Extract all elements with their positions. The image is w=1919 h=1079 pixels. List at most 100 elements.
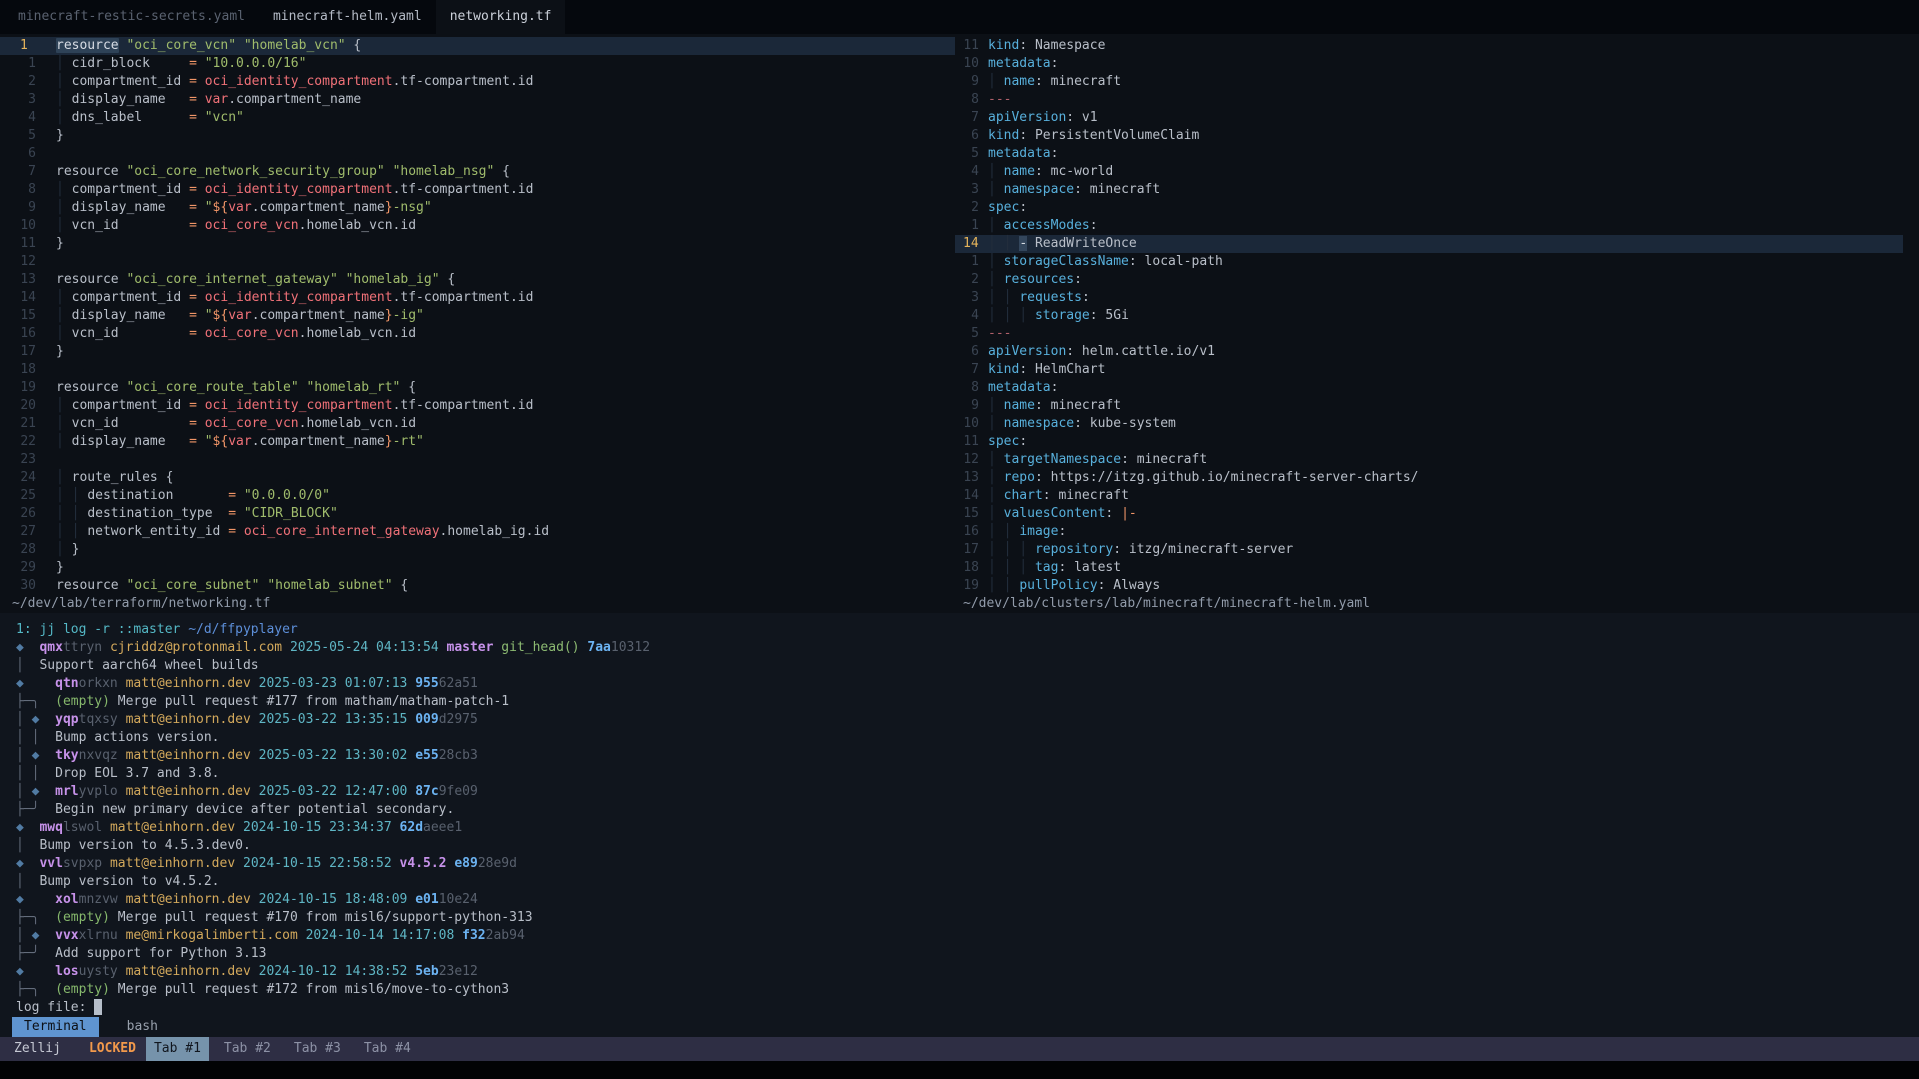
code-line[interactable]: 3│ display_name = var.compartment_name: [0, 91, 955, 109]
editor-pane-networking-tf[interactable]: 1resource "oci_core_vcn" "homelab_vcn" {…: [0, 34, 955, 613]
code-line[interactable]: 24│ route_rules {: [0, 469, 955, 487]
terminal-line[interactable]: 1: jj log -r ::master ~/d/ffpyplayer: [16, 621, 1919, 639]
code-line[interactable]: 6: [0, 145, 955, 163]
terminal-line[interactable]: │ │ Drop EOL 3.7 and 3.8.: [16, 765, 1919, 783]
code-line[interactable]: 2│ compartment_id = oci_identity_compart…: [0, 73, 955, 91]
terminal-pane[interactable]: 1: jj log -r ::master ~/d/ffpyplayer◆ qm…: [0, 613, 1919, 1017]
code-line[interactable]: 25│ │ destination = "0.0.0.0/0": [0, 487, 955, 505]
code-line[interactable]: 5---: [955, 325, 1903, 343]
code-line[interactable]: 8│ compartment_id = oci_identity_compart…: [0, 181, 955, 199]
terminal-line[interactable]: │ Support aarch64 wheel builds: [16, 657, 1919, 675]
code-line[interactable]: 11spec:: [955, 433, 1903, 451]
terminal-line[interactable]: ◆ vvlsvpxp matt@einhorn.dev 2024-10-15 2…: [16, 855, 1919, 873]
code-line[interactable]: 10│ namespace: kube-system: [955, 415, 1903, 433]
terminal-line[interactable]: │ ◆ yqptqxsy matt@einhorn.dev 2025-03-22…: [16, 711, 1919, 729]
code-line[interactable]: 9│ display_name = "${var.compartment_nam…: [0, 199, 955, 217]
code-line[interactable]: 10metadata:: [955, 55, 1903, 73]
code-line[interactable]: 16│ │ image:: [955, 523, 1903, 541]
zellij-tab-tab-3[interactable]: Tab #3: [286, 1037, 349, 1061]
code-line[interactable]: 28│ }: [0, 541, 955, 559]
terminal-line[interactable]: ├─╯ Add support for Python 3.13: [16, 945, 1919, 963]
terminal-line[interactable]: ◆ qmxttryn cjriddz@protonmail.com 2025-0…: [16, 639, 1919, 657]
code-line[interactable]: 6kind: PersistentVolumeClaim: [955, 127, 1903, 145]
code-line[interactable]: 7resource "oci_core_network_security_gro…: [0, 163, 955, 181]
code-line[interactable]: 2│ resources:: [955, 271, 1903, 289]
code-line[interactable]: 4│ name: mc-world: [955, 163, 1903, 181]
code-line[interactable]: 9│ name: minecraft: [955, 397, 1903, 415]
code-line[interactable]: 1│ cidr_block = "10.0.0.0/16": [0, 55, 955, 73]
terminal-line[interactable]: ◆ xolmnzvw matt@einhorn.dev 2024-10-15 1…: [16, 891, 1919, 909]
code-line[interactable]: 18│ │ │ tag: latest: [955, 559, 1903, 577]
terminal-line[interactable]: │ Bump version to 4.5.3.dev0.: [16, 837, 1919, 855]
code-area-left[interactable]: 1resource "oci_core_vcn" "homelab_vcn" {…: [0, 34, 955, 595]
terminal-line[interactable]: ◆ losuysty matt@einhorn.dev 2024-10-12 1…: [16, 963, 1919, 981]
code-line[interactable]: 14│ chart: minecraft: [955, 487, 1903, 505]
code-line[interactable]: 19resource "oci_core_route_table" "homel…: [0, 379, 955, 397]
terminal-line[interactable]: │ Bump version to v4.5.2.: [16, 873, 1919, 891]
code-line[interactable]: 5metadata:: [955, 145, 1903, 163]
token-d: [39, 712, 55, 727]
code-line[interactable]: 22│ display_name = "${var.compartment_na…: [0, 433, 955, 451]
code-line[interactable]: 10│ vcn_id = oci_core_vcn.homelab_vcn.id: [0, 217, 955, 235]
code-line[interactable]: 12: [0, 253, 955, 271]
code-line[interactable]: 2spec:: [955, 199, 1903, 217]
terminal-line[interactable]: ├─╯ Begin new primary device after poten…: [16, 801, 1919, 819]
code-line[interactable]: 20│ compartment_id = oci_identity_compar…: [0, 397, 955, 415]
code-line[interactable]: 6apiVersion: helm.cattle.io/v1: [955, 343, 1903, 361]
code-line[interactable]: 1│ storageClassName: local-path: [955, 253, 1903, 271]
terminal-line[interactable]: ├─╮ (empty) Merge pull request #170 from…: [16, 909, 1919, 927]
code-line[interactable]: 12│ targetNamespace: minecraft: [955, 451, 1903, 469]
zellij-tab-tab-2[interactable]: Tab #2: [216, 1037, 279, 1061]
code-line[interactable]: 18: [0, 361, 955, 379]
code-line[interactable]: 23: [0, 451, 955, 469]
code-line[interactable]: 7kind: HelmChart: [955, 361, 1903, 379]
buffer-tab-minecraft-restic-secrets-yaml[interactable]: minecraft-restic-secrets.yaml: [4, 0, 259, 34]
zellij-tab-tab-4[interactable]: Tab #4: [356, 1037, 419, 1061]
buffer-tab-networking-tf[interactable]: networking.tf: [436, 0, 566, 34]
code-line[interactable]: 26│ │ destination_type = "CIDR_BLOCK": [0, 505, 955, 523]
code-line[interactable]: 14│ compartment_id = oci_identity_compar…: [0, 289, 955, 307]
code-line[interactable]: 11}: [0, 235, 955, 253]
code-line[interactable]: 13│ repo: https://itzg.github.io/minecra…: [955, 469, 1903, 487]
terminal-line[interactable]: log file:: [16, 999, 1919, 1017]
code-area-right[interactable]: 11kind: Namespace10metadata:9│ name: min…: [955, 34, 1919, 595]
code-line[interactable]: 15│ valuesContent: |-: [955, 505, 1903, 523]
code-line[interactable]: 8---: [955, 91, 1903, 109]
code-line[interactable]: 30resource "oci_core_subnet" "homelab_su…: [0, 577, 955, 595]
terminal-line[interactable]: │ ◆ vvxxlrnu me@mirkogalimberti.com 2024…: [16, 927, 1919, 945]
code-line[interactable]: 3│ │ requests:: [955, 289, 1903, 307]
code-line[interactable]: 29}: [0, 559, 955, 577]
code-line[interactable]: 1│ accessModes:: [955, 217, 1903, 235]
code-line[interactable]: 8metadata:: [955, 379, 1903, 397]
terminal-line[interactable]: ├─╮ (empty) Merge pull request #172 from…: [16, 981, 1919, 999]
terminal-line[interactable]: │ │ Bump actions version.: [16, 729, 1919, 747]
zellij-tab-tab-1[interactable]: Tab #1: [146, 1037, 209, 1061]
code-line[interactable]: 16│ vcn_id = oci_core_vcn.homelab_vcn.id: [0, 325, 955, 343]
code-line[interactable]: 1resource "oci_core_vcn" "homelab_vcn" {: [0, 37, 955, 55]
code-line[interactable]: 21│ vcn_id = oci_core_vcn.homelab_vcn.id: [0, 415, 955, 433]
code-line[interactable]: 15│ display_name = "${var.compartment_na…: [0, 307, 955, 325]
terminal-line[interactable]: ◆ mwqlswol matt@einhorn.dev 2024-10-15 2…: [16, 819, 1919, 837]
code-line[interactable]: 11kind: Namespace: [955, 37, 1903, 55]
buffer-tab-minecraft-helm-yaml[interactable]: minecraft-helm.yaml: [259, 0, 436, 34]
code-line[interactable]: 3│ namespace: minecraft: [955, 181, 1903, 199]
terminal-line[interactable]: ├─╮ (empty) Merge pull request #177 from…: [16, 693, 1919, 711]
editor-pane-minecraft-helm-yaml[interactable]: 11kind: Namespace10metadata:9│ name: min…: [955, 34, 1919, 613]
code-line[interactable]: 5}: [0, 127, 955, 145]
code-line[interactable]: 7apiVersion: v1: [955, 109, 1903, 127]
code-line[interactable]: 17}: [0, 343, 955, 361]
code-line[interactable]: 9│ name: minecraft: [955, 73, 1903, 91]
code-line[interactable]: 4│ │ │ storage: 5Gi: [955, 307, 1903, 325]
code-line[interactable]: 19│ │ pullPolicy: Always: [955, 577, 1903, 595]
token-d: :: [1051, 380, 1059, 395]
code-line[interactable]: 27│ │ network_entity_id = oci_core_inter…: [0, 523, 955, 541]
terminal-line[interactable]: ◆ qtnorkxn matt@einhorn.dev 2025-03-23 0…: [16, 675, 1919, 693]
line-number: 10: [963, 415, 979, 433]
code-line[interactable]: 4│ dns_label = "vcn": [0, 109, 955, 127]
terminal-line[interactable]: │ ◆ mrlyvplo matt@einhorn.dev 2025-03-22…: [16, 783, 1919, 801]
terminal-line[interactable]: │ ◆ tkynxvqz matt@einhorn.dev 2025-03-22…: [16, 747, 1919, 765]
code-line[interactable]: 13resource "oci_core_internet_gateway" "…: [0, 271, 955, 289]
code-line[interactable]: 17│ │ │ repository: itzg/minecraft-serve…: [955, 541, 1903, 559]
code-line[interactable]: 14│ │ - ReadWriteOnce: [955, 235, 1903, 253]
token-d: .tf-compartment.id: [393, 290, 534, 305]
